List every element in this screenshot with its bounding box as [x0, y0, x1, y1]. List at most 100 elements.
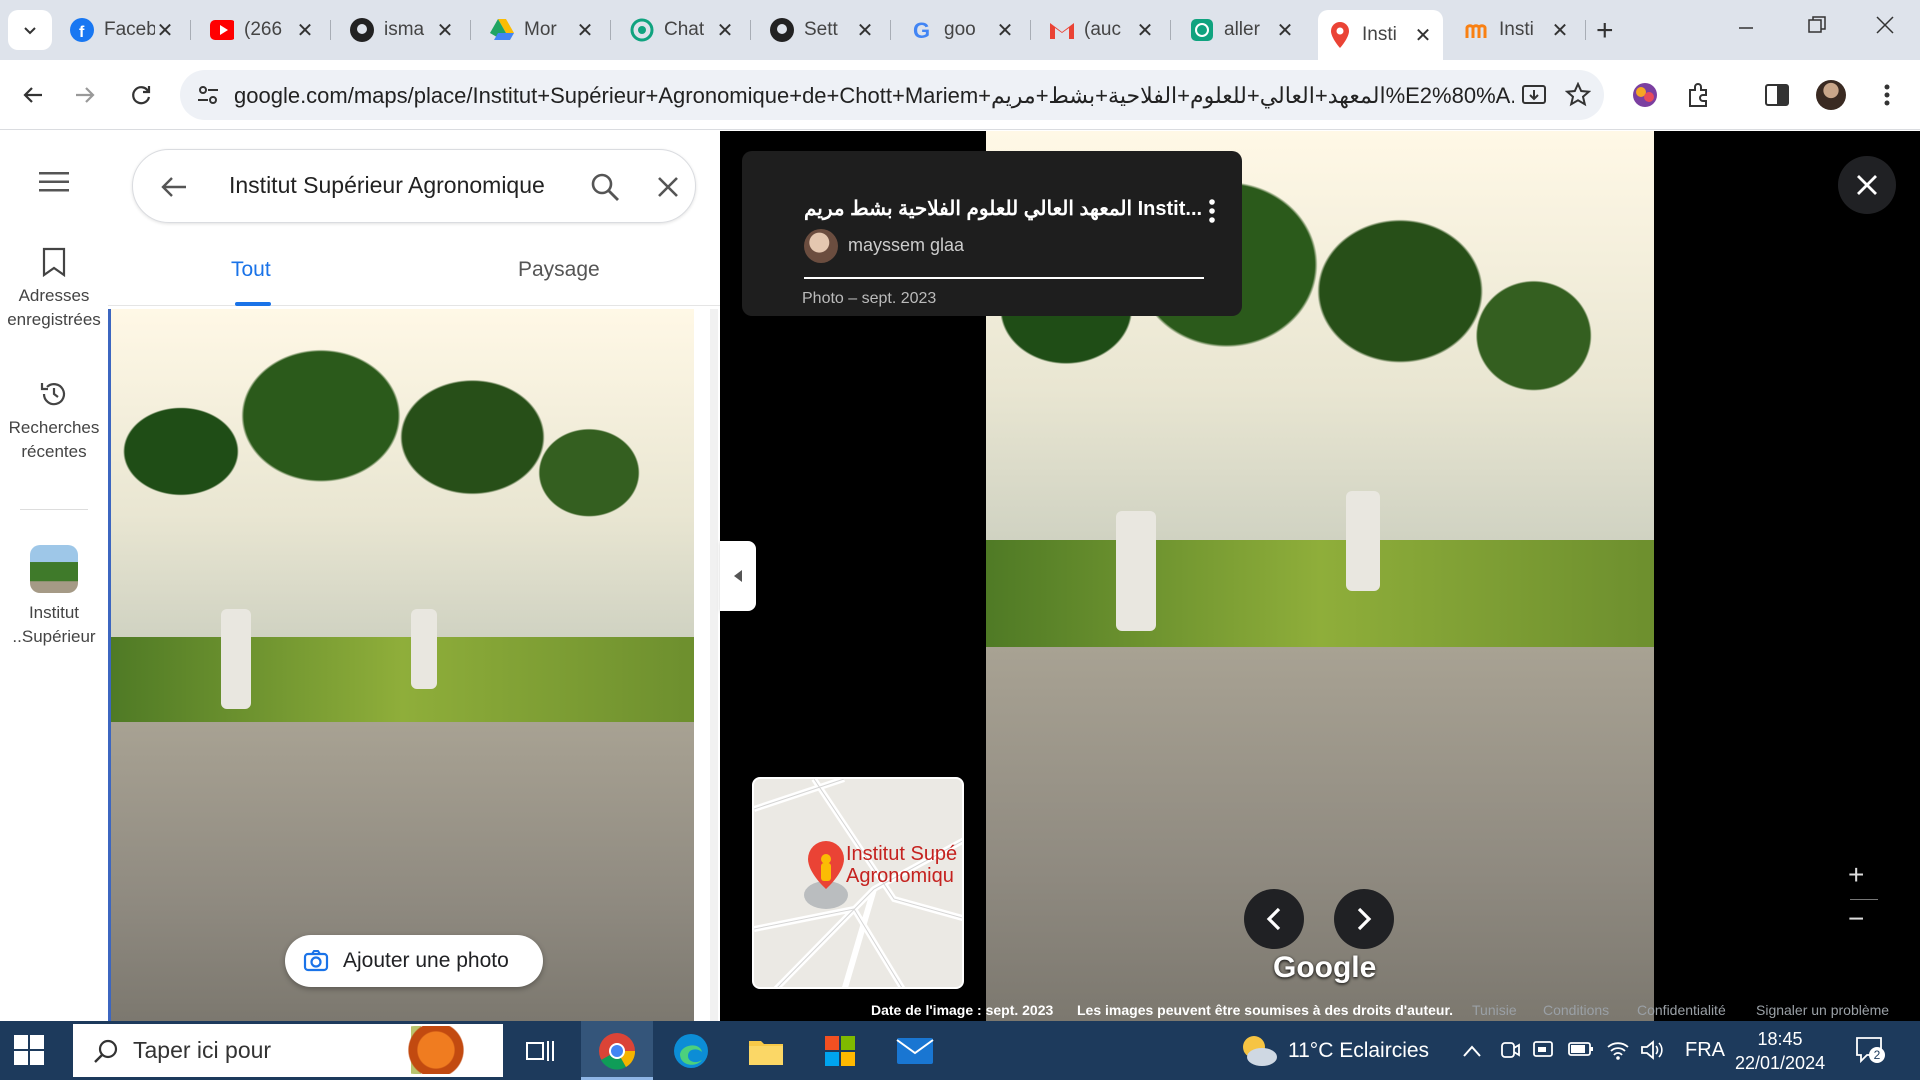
more-options-icon[interactable]	[1202, 197, 1222, 225]
tab-maps-active[interactable]: Insti ✕	[1318, 10, 1443, 60]
close-tab-icon[interactable]: ✕	[575, 18, 595, 43]
tab-github[interactable]: isma ✕	[340, 10, 465, 50]
notifications-button[interactable]: 2	[1855, 1035, 1885, 1070]
search-box[interactable]: Institut Supérieur Agronomique	[132, 149, 696, 223]
menu-button[interactable]	[0, 171, 108, 200]
rail-recent-place[interactable]: Institut ..Supérieur	[0, 545, 108, 649]
tab-landscape[interactable]: Paysage	[518, 258, 600, 282]
arrow-left-icon	[23, 87, 42, 103]
side-panel-icon[interactable]	[1762, 80, 1792, 110]
zoom-in-button[interactable]: +	[1848, 859, 1864, 891]
reload-button[interactable]	[124, 78, 158, 112]
collapse-panel-button[interactable]	[720, 541, 756, 611]
site-info-icon[interactable]	[196, 83, 220, 107]
close-window-button[interactable]	[1876, 14, 1894, 40]
search-input[interactable]: Institut Supérieur Agronomique	[229, 172, 549, 199]
rail-saved[interactable]: Adresses enregistrées	[0, 247, 108, 332]
device-icon[interactable]	[1532, 1039, 1554, 1067]
close-tab-icon[interactable]: ✕	[155, 18, 175, 43]
weather-text[interactable]: 11°C Eclaircies	[1288, 1039, 1429, 1063]
previous-photo-button[interactable]	[1244, 889, 1304, 949]
tab-all[interactable]: Tout	[231, 258, 271, 282]
forward-button[interactable]	[68, 78, 102, 112]
chatgpt-icon	[1190, 18, 1214, 42]
footer-report-link[interactable]: Signaler un problème	[1756, 1002, 1889, 1018]
microsoft-store-taskbar-icon[interactable]	[818, 1029, 862, 1073]
tab-search-button[interactable]	[8, 10, 52, 50]
extension-icon[interactable]	[1630, 80, 1660, 110]
wifi-icon[interactable]	[1606, 1039, 1630, 1067]
browser-menu-icon[interactable]	[1872, 80, 1902, 110]
photo-title: المعهد العالي للعلوم الفلاحية بشط مريم I…	[804, 198, 1203, 220]
tab-title: aller	[1224, 19, 1260, 40]
author-avatar[interactable]	[804, 229, 838, 263]
file-explorer-taskbar-icon[interactable]	[744, 1029, 788, 1073]
tab-moodle[interactable]: Insti ✕	[1455, 10, 1580, 50]
meet-now-icon[interactable]	[1500, 1039, 1520, 1067]
profile-avatar[interactable]	[1816, 80, 1846, 110]
footer-terms-link[interactable]: Conditions	[1543, 1002, 1609, 1018]
edge-taskbar-icon[interactable]	[669, 1029, 713, 1073]
arrow-right-icon	[76, 87, 95, 103]
windows-start-icon[interactable]	[14, 1035, 44, 1065]
language-indicator[interactable]: FRA	[1685, 1039, 1725, 1062]
next-photo-button[interactable]	[1334, 889, 1394, 949]
tab-youtube[interactable]: (266 ✕	[200, 10, 325, 50]
close-tab-icon[interactable]: ✕	[1135, 18, 1155, 43]
rail-recent-label-2: récentes	[21, 442, 87, 461]
minimize-button[interactable]	[1738, 14, 1754, 40]
mini-map[interactable]: Institut Supé Agronomiqu	[752, 777, 964, 989]
add-photo-button[interactable]: Ajouter une photo	[285, 935, 543, 987]
panel-photo[interactable]	[111, 309, 694, 1021]
windows-taskbar: Taper ici pour 11°C Eclaircies FRA 18:45…	[0, 1021, 1920, 1080]
tab-title: Insti	[1499, 19, 1534, 40]
close-tab-icon[interactable]: ✕	[715, 18, 735, 43]
task-view-icon[interactable]	[518, 1029, 562, 1073]
svg-text:G: G	[913, 18, 930, 42]
footer-privacy-link[interactable]: Confidentialité	[1637, 1002, 1726, 1018]
chrome-taskbar-icon[interactable]	[595, 1029, 639, 1073]
close-icon[interactable]	[653, 172, 683, 202]
extensions-puzzle-icon[interactable]	[1684, 80, 1714, 110]
zoom-out-button[interactable]: −	[1848, 903, 1864, 935]
mail-taskbar-icon[interactable]	[893, 1029, 937, 1073]
address-bar[interactable]: google.com/maps/place/Institut+Supérieur…	[180, 70, 1604, 120]
rail-recent[interactable]: Recherches récentes	[0, 379, 108, 464]
tab-gmail[interactable]: (auc ✕	[1040, 10, 1165, 50]
arrow-left-icon[interactable]	[159, 172, 189, 202]
chevron-up-icon[interactable]	[1462, 1041, 1482, 1064]
google-drive-icon	[490, 18, 514, 42]
google-icon: G	[910, 18, 934, 42]
new-tab-button[interactable]: +	[1596, 14, 1614, 48]
svg-text:f: f	[79, 24, 85, 41]
tab-facebook[interactable]: f Facebook ✕	[60, 10, 185, 50]
maps-left-rail: Adresses enregistrées Recherches récente…	[0, 131, 108, 1021]
close-tab-icon[interactable]: ✕	[995, 18, 1015, 43]
scrollbar[interactable]	[710, 309, 718, 1021]
weather-icon[interactable]	[1238, 1031, 1278, 1069]
tab-drive[interactable]: Mor ✕	[480, 10, 605, 50]
restore-button[interactable]	[1808, 14, 1826, 40]
back-button[interactable]	[16, 78, 50, 112]
close-tab-icon[interactable]: ✕	[435, 18, 455, 43]
tab-github-settings[interactable]: Sett ✕	[760, 10, 885, 50]
tab-chatgpt[interactable]: Chat ✕	[620, 10, 745, 50]
copyright-notice[interactable]: Les images peuvent être soumises à des d…	[1077, 1002, 1453, 1018]
close-viewer-button[interactable]	[1838, 156, 1896, 214]
search-icon[interactable]	[589, 171, 621, 203]
close-tab-icon[interactable]: ✕	[1550, 18, 1570, 43]
battery-icon[interactable]	[1568, 1039, 1594, 1065]
close-tab-icon[interactable]: ✕	[1413, 23, 1433, 48]
close-tab-icon[interactable]: ✕	[855, 18, 875, 43]
install-app-icon[interactable]	[1520, 81, 1548, 109]
taskbar-search-box[interactable]: Taper ici pour	[73, 1024, 503, 1077]
tab-chatgpt-2[interactable]: aller ✕	[1180, 10, 1305, 50]
close-tab-icon[interactable]: ✕	[295, 18, 315, 43]
bookmark-star-icon[interactable]	[1564, 81, 1592, 109]
close-tab-icon[interactable]: ✕	[1275, 18, 1295, 43]
author-name[interactable]: mayssem glaa	[848, 235, 964, 256]
tab-google[interactable]: G goo ✕	[900, 10, 1025, 50]
clock-date: 22/01/2024	[1735, 1053, 1826, 1073]
clock[interactable]: 18:45 22/01/2024	[1735, 1027, 1825, 1075]
volume-icon[interactable]	[1640, 1039, 1664, 1067]
